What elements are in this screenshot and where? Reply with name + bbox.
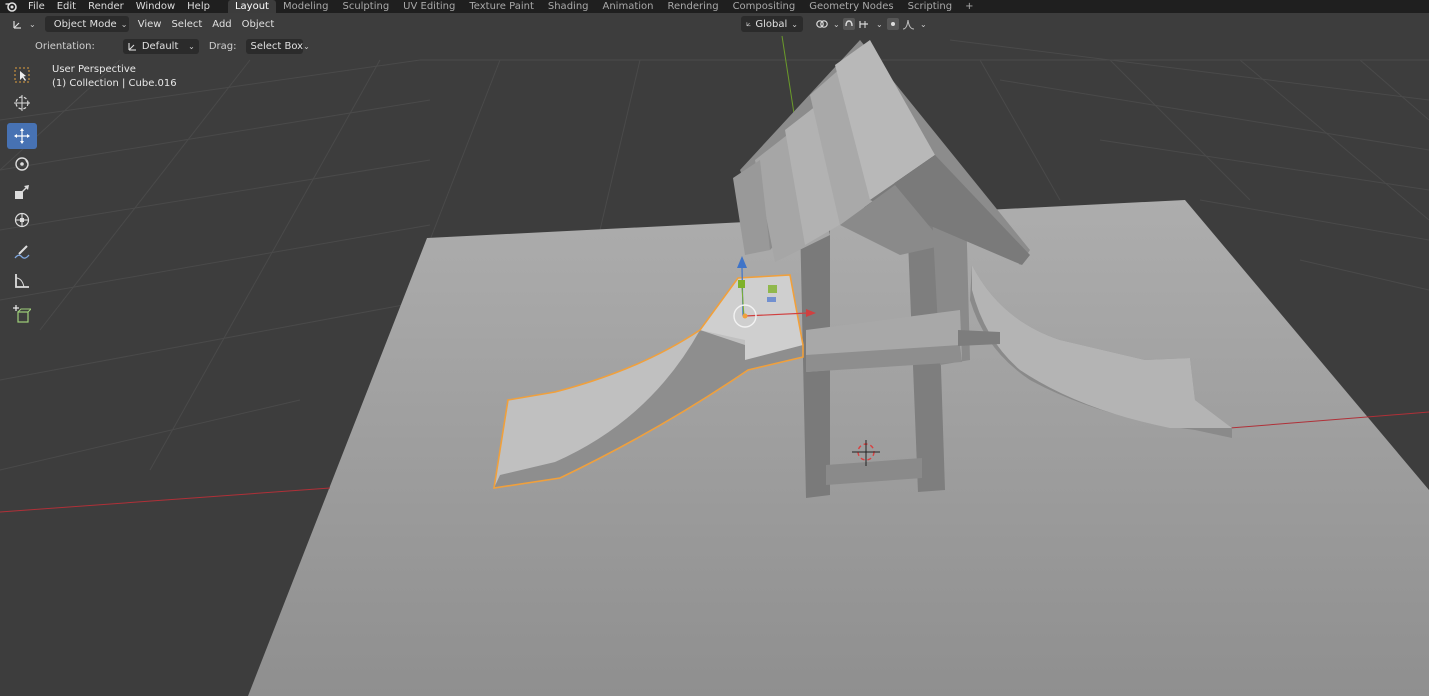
viewport-header: ⌄ Object Mode ⌄ View Select Add Object G… [0, 14, 1429, 34]
top-menu-bar: File Edit Render Window Help Layout Mode… [0, 0, 1429, 13]
workspace-tabs: Layout Modeling Sculpting UV Editing Tex… [227, 0, 980, 13]
add-cube-icon [13, 305, 31, 323]
transform-icon [14, 212, 30, 228]
chevron-down-icon: ⌄ [791, 19, 798, 29]
tab-shading[interactable]: Shading [541, 0, 596, 13]
editor-type-button[interactable]: ⌄ [6, 16, 41, 32]
drag-label: Drag: [208, 40, 237, 52]
menu-edit[interactable]: Edit [51, 0, 82, 13]
annotate-icon [14, 245, 30, 259]
mode-dropdown[interactable]: Object Mode ⌄ [44, 16, 129, 32]
menu-add[interactable]: Add [207, 16, 236, 32]
tool-measure[interactable] [7, 268, 37, 294]
chevron-down-icon: ⌄ [920, 19, 927, 29]
falloff-icon [902, 19, 915, 30]
active-object-info: (1) Collection | Cube.016 [52, 78, 177, 89]
tab-sculpting[interactable]: Sculpting [335, 0, 396, 13]
drag-dropdown[interactable]: Select Box ⌄ [246, 38, 310, 54]
tab-geometry-nodes[interactable]: Geometry Nodes [802, 0, 900, 13]
tool-select-box[interactable] [7, 62, 37, 88]
tab-compositing[interactable]: Compositing [726, 0, 803, 13]
pivot-icon [816, 20, 828, 28]
tab-texture-paint[interactable]: Texture Paint [462, 0, 541, 13]
orientation-label: Global [755, 18, 788, 30]
scale-icon [15, 185, 29, 199]
tool-scale[interactable] [7, 179, 37, 205]
tool-rotate[interactable] [7, 151, 37, 177]
menu-select[interactable]: Select [166, 16, 207, 32]
menu-view[interactable]: View [133, 16, 167, 32]
tool-cursor[interactable] [7, 90, 37, 116]
rotate-icon [15, 157, 29, 171]
tool-shelf [7, 62, 37, 329]
tab-uv-editing[interactable]: UV Editing [396, 0, 462, 13]
tool-annotate[interactable] [7, 240, 37, 266]
transform-orientation-dropdown[interactable]: Global ⌄ [741, 16, 803, 32]
tool-settings-bar: Orientation: Default ⌄ Drag: Select Box … [0, 36, 1429, 56]
orientation-label: Orientation: [35, 40, 95, 52]
chevron-down-icon: ⌄ [29, 19, 36, 29]
measure-icon [15, 274, 29, 288]
chevron-down-icon: ⌄ [303, 41, 310, 51]
move-icon [14, 128, 30, 144]
tab-modeling[interactable]: Modeling [276, 0, 336, 13]
chevron-down-icon: ⌄ [120, 19, 128, 29]
add-workspace-button[interactable]: + [959, 0, 979, 13]
menu-help[interactable]: Help [181, 0, 216, 13]
tab-animation[interactable]: Animation [596, 0, 661, 13]
mode-label: Object Mode [53, 18, 117, 30]
orientation-value: Default [141, 40, 179, 52]
drag-value: Select Box [250, 40, 304, 52]
menu-window[interactable]: Window [130, 0, 181, 13]
tool-move[interactable] [7, 123, 37, 149]
menu-render[interactable]: Render [82, 0, 130, 13]
orientation-default-icon [128, 42, 136, 51]
blender-logo-icon[interactable] [0, 0, 22, 13]
tab-scripting[interactable]: Scripting [901, 0, 959, 13]
cursor-icon [14, 95, 30, 111]
select-box-icon [14, 67, 30, 83]
editor-type-icon [13, 21, 21, 29]
tool-transform[interactable] [7, 207, 37, 233]
viewport-overlay-info: User Perspective (1) Collection | Cube.0… [52, 63, 177, 91]
view-name: User Perspective [52, 64, 136, 75]
viewport-scene[interactable] [0, 0, 1429, 696]
menu-object[interactable]: Object [237, 16, 280, 32]
orientation-dropdown[interactable]: Default ⌄ [122, 38, 199, 54]
falloff-dropdown[interactable]: ⌄ [897, 16, 932, 32]
menu-file[interactable]: File [22, 0, 51, 13]
chevron-down-icon: ⌄ [188, 41, 195, 51]
tab-rendering[interactable]: Rendering [660, 0, 725, 13]
tool-add-cube[interactable] [7, 301, 37, 327]
snap-increment-icon [859, 21, 868, 28]
tab-layout[interactable]: Layout [227, 0, 276, 13]
orientation-icon [746, 22, 751, 27]
